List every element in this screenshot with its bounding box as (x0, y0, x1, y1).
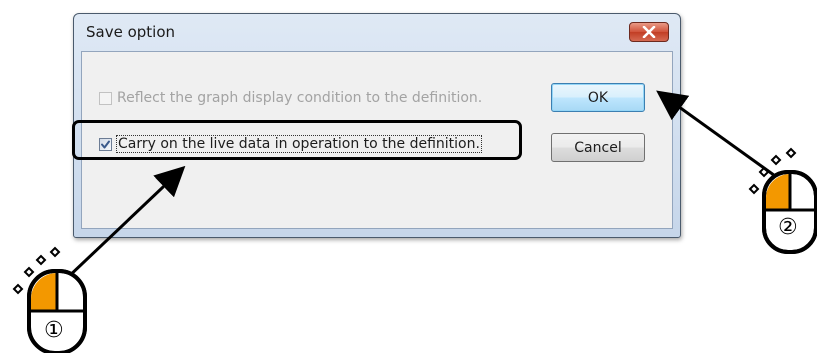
arrow-to-checkbox (63, 165, 186, 282)
step-2-number: ② (778, 215, 798, 240)
step-1-number: ① (44, 318, 64, 343)
annotation-overlay (12, 90, 817, 353)
arrow-to-ok-button (656, 90, 779, 180)
